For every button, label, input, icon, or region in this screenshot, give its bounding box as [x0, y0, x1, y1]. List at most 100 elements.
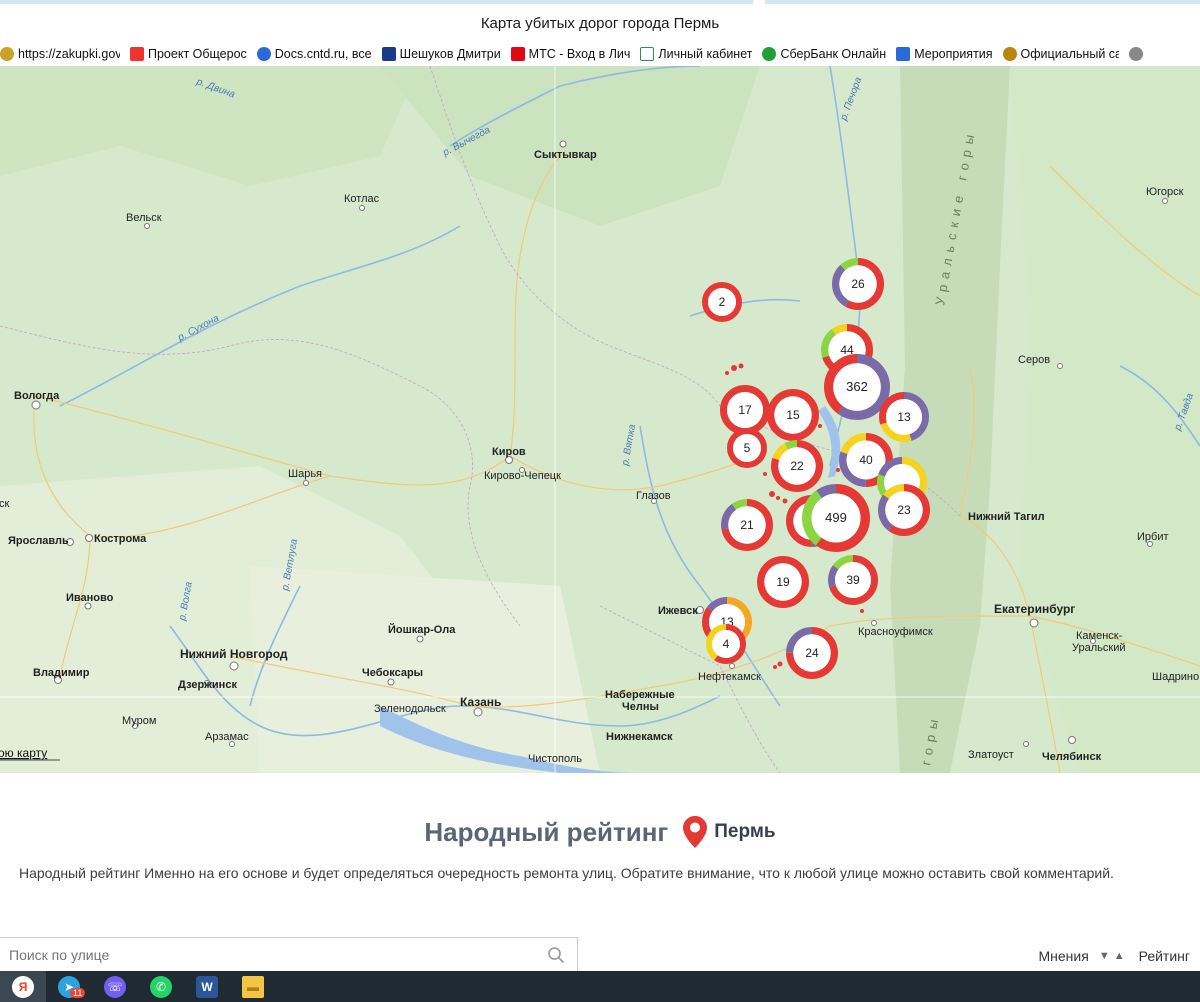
sber-icon	[762, 47, 777, 61]
road-cluster[interactable]: 21	[721, 498, 774, 551]
road-cluster[interactable]: 22	[771, 439, 824, 492]
browser-titlebar: Карта убитых дорог города Пермь	[0, 0, 1200, 42]
city-label: Шарья	[288, 468, 322, 480]
flag-icon	[381, 47, 396, 61]
id-icon	[896, 47, 911, 61]
road-cluster[interactable]: 17	[720, 385, 770, 435]
city-label: Глазов	[636, 490, 671, 502]
city-label: ск	[0, 498, 10, 510]
road-cluster[interactable]: 39	[828, 555, 878, 605]
city-label: Чебоксары	[362, 667, 423, 679]
bookmark-zakupki[interactable]: https://zakupki.gov	[0, 47, 120, 61]
tab-strip-left[interactable]	[0, 0, 753, 4]
city-label: Нижнекамск	[606, 731, 673, 743]
cluster-count: 22	[790, 459, 804, 473]
taskbar-whatsapp[interactable]: ✆	[138, 971, 184, 1002]
road-cluster[interactable]: 499	[802, 483, 871, 552]
docs-icon	[256, 47, 271, 61]
street-search-input[interactable]	[0, 938, 529, 972]
road-cluster[interactable]: 362	[823, 354, 890, 421]
city-label: Муром	[122, 715, 156, 727]
city-label: Нижний Новгород	[180, 647, 288, 661]
city-label: Кострома	[94, 533, 147, 545]
tab-strip-right[interactable]	[765, 0, 1200, 4]
unread-badge: 11	[70, 988, 86, 998]
taskbar-explorer[interactable]: ▬	[230, 971, 276, 1002]
cluster-count: 40	[859, 453, 873, 467]
road-cluster[interactable]: 4	[706, 624, 746, 664]
city-label: Ижевск	[658, 605, 698, 617]
rating-title: Народный рейтинг	[424, 816, 669, 847]
city-label: Серов	[1018, 354, 1050, 366]
city-label: Вельск	[126, 212, 162, 224]
bookmark-lichny-kabinet[interactable]: Личный кабинет	[640, 47, 752, 61]
taskbar-yandex-browser[interactable]: Я	[0, 971, 46, 1002]
taskbar-word[interactable]: W	[184, 971, 230, 1002]
sort-desc-icon[interactable]: ▼	[1099, 950, 1114, 962]
cluster-count: 21	[740, 518, 754, 532]
city-label: Владимир	[33, 667, 90, 679]
bookmark-sberbank[interactable]: СберБанк Онлайн	[762, 47, 886, 61]
bookmarks-bar: https://zakupki.gov Проект Общерос Docs.…	[0, 42, 1200, 67]
road-cluster[interactable]: 5	[727, 428, 767, 468]
location-pin-icon	[683, 816, 708, 848]
city-label: Екатеринбург	[994, 602, 1075, 616]
doc-icon	[130, 47, 144, 61]
cluster-count: 499	[825, 510, 847, 525]
globe-icon	[1128, 47, 1143, 61]
road-cluster[interactable]: 23	[878, 483, 931, 536]
bookmark-proekt[interactable]: Проект Общерос	[130, 47, 247, 61]
road-cluster[interactable]: 15	[767, 388, 820, 441]
open-full-map-link[interactable]: ою карту	[0, 746, 47, 760]
cluster-count: 26	[851, 277, 865, 291]
bookmark-meropriyatiya[interactable]: Мероприятия	[896, 47, 993, 61]
city-label: Иваново	[66, 592, 114, 604]
bookmark-docs-cntd[interactable]: Docs.cntd.ru, все	[256, 47, 372, 61]
emblem-icon	[1002, 47, 1017, 61]
folder-icon: ▬	[242, 975, 264, 998]
road-cluster[interactable]: 26	[831, 257, 885, 310]
city-label: Ярославль	[8, 535, 69, 547]
sort-asc-icon[interactable]: ▲	[1114, 950, 1129, 962]
emblem-icon	[0, 47, 14, 61]
bookmark-mts[interactable]: МТС - Вход в Лич	[510, 47, 630, 61]
city-label: Челябинск	[1042, 751, 1102, 763]
city-label: Казань	[460, 695, 501, 709]
bookmark-sheshukov[interactable]: Шешуков Дмитри	[381, 47, 501, 61]
city-label: Шадрино	[1152, 671, 1199, 683]
cluster-count: 39	[846, 573, 860, 587]
sort-direction-arrows[interactable]: ▼▲	[1099, 950, 1129, 962]
viber-icon: ☏	[104, 975, 126, 998]
city-label: Красноуфимск	[858, 626, 933, 638]
road-cluster[interactable]: 24	[786, 626, 839, 679]
city-label: Златоуст	[968, 749, 1014, 761]
city-label: Чистополь	[528, 753, 582, 765]
city-label: Вологда	[14, 390, 60, 402]
rating-city[interactable]: Пермь	[714, 821, 775, 843]
cluster-count: 4	[723, 637, 730, 651]
city-label: Дзержинск	[178, 679, 237, 691]
road-cluster[interactable]: 2	[702, 282, 742, 322]
street-search-box[interactable]	[0, 937, 578, 973]
city-label: Ирбит	[1137, 531, 1169, 543]
road-cluster[interactable]: 19	[757, 555, 810, 608]
taskbar-viber[interactable]: ☏	[92, 971, 138, 1002]
city-label: Челны	[622, 701, 659, 713]
map-canvas[interactable]: Сыктывкар Котлас Вельск Вологда Киров Ки…	[0, 66, 1200, 773]
map-view[interactable]: Сыктывкар Котлас Вельск Вологда Киров Ки…	[0, 66, 1200, 773]
mts-icon	[510, 47, 525, 61]
cluster-count: 17	[738, 403, 752, 417]
os-taskbar: Я ➤ 11 ☏ ✆ W ▬	[0, 971, 1200, 1002]
search-icon[interactable]	[547, 946, 565, 964]
sort-rating-button[interactable]: Рейтинг	[1139, 948, 1190, 964]
word-icon: W	[196, 975, 218, 998]
city-label: Зеленодольск	[374, 703, 446, 715]
road-cluster[interactable]: 13	[879, 392, 929, 442]
bookmark-official-site[interactable]: Официальный сай	[1002, 47, 1119, 61]
p-icon	[640, 47, 655, 61]
city-label: Киров	[492, 446, 526, 458]
taskbar-telegram[interactable]: ➤ 11	[46, 971, 92, 1002]
sort-opinions-button[interactable]: Мнения	[1039, 948, 1089, 964]
bookmark-extra[interactable]	[1128, 47, 1147, 61]
city-label: Йошкар-Ола	[388, 623, 456, 636]
